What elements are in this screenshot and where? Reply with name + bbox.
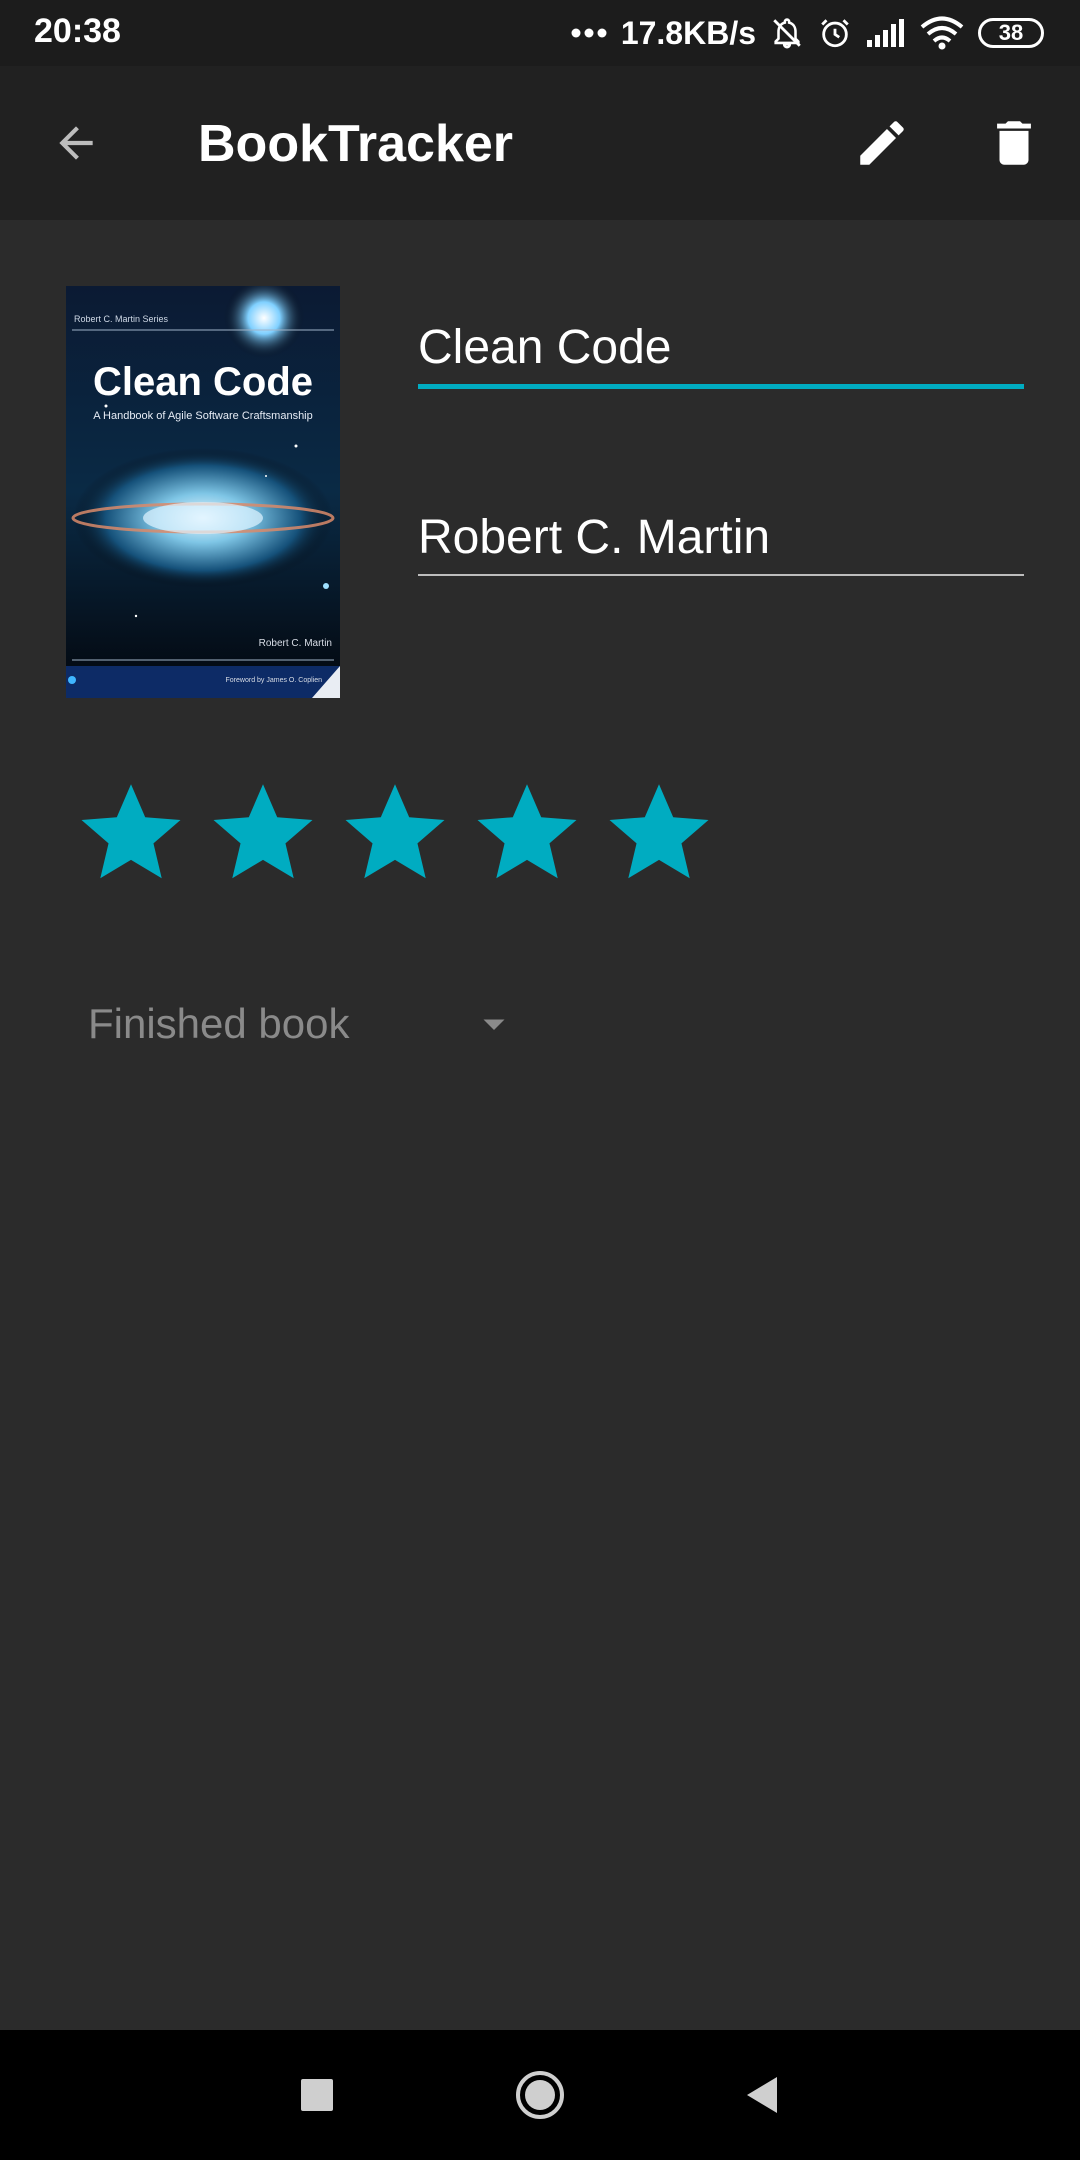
title-field[interactable]: [418, 312, 1024, 382]
cover-title: Clean Code: [92, 360, 314, 404]
app-bar: BookTracker: [0, 66, 1080, 220]
arrow-back-icon: [59, 126, 93, 160]
battery-level: 38: [998, 20, 1024, 45]
pencil-icon: [860, 121, 904, 165]
author-field-underline: [418, 574, 1024, 576]
caret-down-icon: [483, 1019, 505, 1030]
rating-bar[interactable]: [76, 776, 714, 886]
status-dropdown-value: Finished book: [88, 1000, 350, 1047]
cover-foreword: Foreword by James O. Coplien: [225, 677, 322, 684]
star-icon[interactable]: [340, 776, 450, 886]
back-button[interactable]: [46, 113, 106, 173]
edit-button[interactable]: [852, 113, 912, 173]
wifi-icon: [920, 16, 964, 50]
bell-off-icon: [770, 16, 804, 50]
home-icon: [516, 2071, 564, 2119]
system-nav-bar: [0, 2030, 1080, 2160]
network-speed: 17.8KB/s: [620, 14, 756, 51]
recents-icon: [301, 2079, 333, 2111]
status-dropdown[interactable]: Finished book: [88, 990, 528, 1060]
battery-icon: 38: [978, 18, 1044, 48]
cover-subtitle: A Handbook of Agile Software Craftsmansh…: [93, 410, 313, 422]
app-title: BookTracker: [198, 115, 514, 173]
book-cover-image: Robert C. Martin Series Clean Code A Han…: [66, 286, 340, 698]
author-field[interactable]: [418, 502, 1024, 572]
status-bar: 20:38 17.8KB/s 38: [0, 0, 1080, 66]
status-icons: 17.8KB/s 38: [571, 10, 1044, 56]
star-icon[interactable]: [472, 776, 582, 886]
dots-icon: [571, 27, 607, 39]
alarm-icon: [818, 16, 852, 50]
screen: 20:38 17.8KB/s 38 BookTracker Robert C. …: [0, 0, 1080, 2160]
star-icon[interactable]: [604, 776, 714, 886]
cover-series: Robert C. Martin Series: [74, 314, 169, 324]
signal-icon: [866, 18, 906, 48]
home-button[interactable]: [505, 2060, 575, 2130]
trash-icon: [997, 121, 1031, 165]
star-icon[interactable]: [208, 776, 318, 886]
recents-button[interactable]: [282, 2060, 352, 2130]
title-field-underline: [418, 384, 1024, 389]
delete-button[interactable]: [984, 113, 1044, 173]
status-time: 20:38: [34, 12, 121, 50]
cover-author: Robert C. Martin: [258, 638, 332, 649]
star-icon[interactable]: [76, 776, 186, 886]
back-icon: [747, 2077, 777, 2113]
nav-back-button[interactable]: [726, 2060, 796, 2130]
